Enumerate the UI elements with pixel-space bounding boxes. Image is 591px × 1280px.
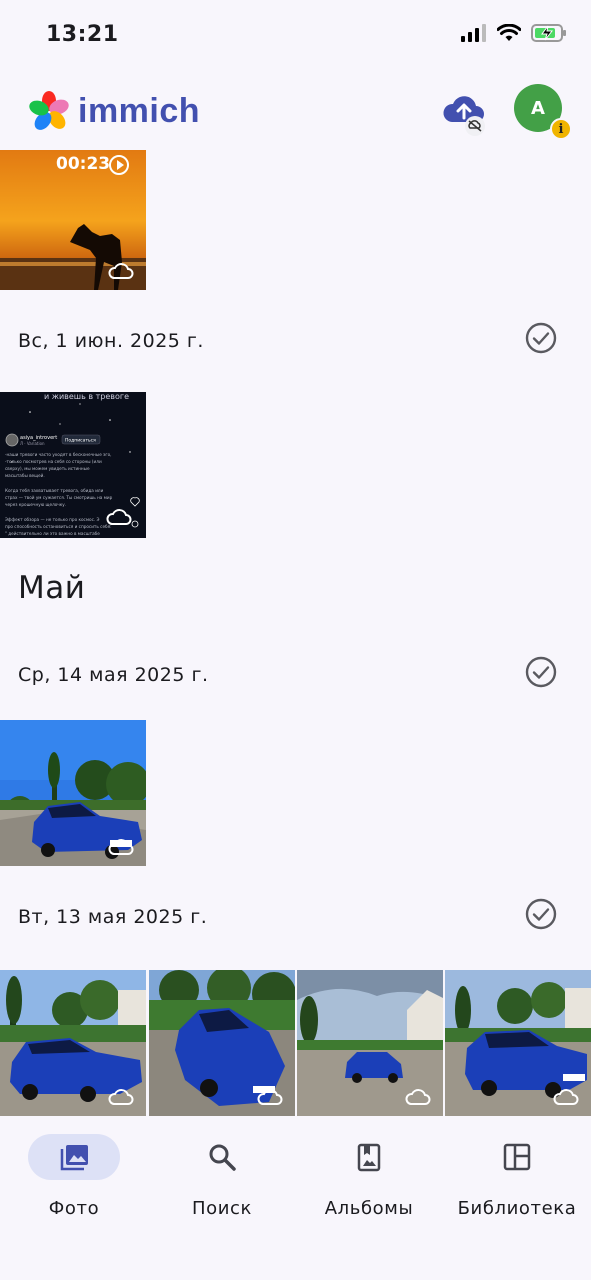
avatar-letter: A <box>531 97 545 119</box>
photo-thumbnail[interactable] <box>445 970 591 1116</box>
app-name: immich <box>78 91 201 130</box>
date-group-header: Вт, 13 мая 2025 г. <box>18 898 573 938</box>
screenshot-p9: про способность остановиться и спросить … <box>5 524 112 529</box>
app-bar: immich A i <box>0 70 591 148</box>
screenshot-p10: " действительно ли это важно в масштабе <box>5 531 100 536</box>
photos-icon <box>60 1145 88 1171</box>
status-time: 13:21 <box>46 22 119 47</box>
bottom-navigation: Фото Поиск Альбомы Библиотека <box>0 1116 591 1280</box>
info-badge-icon: i <box>550 118 572 140</box>
date-group-header: Ср, 14 мая 2025 г. <box>18 656 573 696</box>
backup-button[interactable] <box>440 90 488 138</box>
photo-thumbnail[interactable] <box>0 970 146 1116</box>
immich-logo: immich <box>28 90 200 132</box>
cloud-icon <box>108 263 134 279</box>
cloud-icon <box>257 1089 283 1105</box>
nav-item-search[interactable]: Поиск <box>148 1134 296 1219</box>
nav-item-photos[interactable]: Фото <box>0 1134 148 1219</box>
photo-thumbnail[interactable] <box>0 720 146 866</box>
user-avatar[interactable]: A i <box>514 84 572 140</box>
nav-item-albums[interactable]: Альбомы <box>295 1134 443 1219</box>
nav-label: Альбомы <box>324 1198 414 1219</box>
screenshot-p1: -наши тревоги часто уходят в бесконечные… <box>5 452 112 457</box>
cloud-icon <box>108 1089 134 1105</box>
photo-thumbnail[interactable] <box>297 970 443 1116</box>
signal-icon <box>461 24 486 42</box>
library-icon <box>503 1143 531 1171</box>
screenshot-p3: сверху), мы можем увидеть истинные <box>5 466 90 471</box>
cloud-icon <box>108 839 134 855</box>
photo-thumbnail[interactable] <box>149 970 295 1116</box>
screenshot-p2: -только посмотрев на себя со стороны (ил… <box>5 459 102 464</box>
select-all-check-icon[interactable] <box>525 322 557 354</box>
video-thumbnail[interactable]: 00:23 <box>0 148 146 290</box>
nav-label: Библиотека <box>457 1198 577 1219</box>
nav-active-indicator <box>28 1134 120 1180</box>
screenshot-p7: через крошечную щелочку. <box>5 502 66 507</box>
battery-charging-icon <box>531 24 566 42</box>
status-icons <box>461 24 567 42</box>
cloud-icon <box>106 509 132 525</box>
select-all-check-icon[interactable] <box>525 656 557 688</box>
nav-item-library[interactable]: Библиотека <box>443 1134 591 1219</box>
video-duration: 00:23 <box>56 154 111 174</box>
select-all-check-icon[interactable] <box>525 898 557 930</box>
search-icon <box>209 1144 236 1171</box>
nav-label: Фото <box>48 1198 100 1219</box>
cloud-icon <box>405 1089 431 1105</box>
immich-logo-icon <box>29 91 69 130</box>
wifi-icon <box>497 24 521 41</box>
month-header: Май <box>18 570 86 606</box>
screenshot-p5: Когда тебя захватывает тревога, обида ил… <box>5 488 104 493</box>
status-bar: 13:21 <box>0 0 591 70</box>
play-circle-icon <box>109 155 129 175</box>
screenshot-follow: Подписаться <box>65 438 96 444</box>
date-group-header: Вс, 1 июн. 2025 г. <box>18 322 573 362</box>
date-label: Ср, 14 мая 2025 г. <box>18 664 209 686</box>
screenshot-subline: Л · Variation <box>20 441 45 446</box>
screenshot-p4: масштабы вещей. <box>5 473 45 478</box>
cloud-icon <box>553 1089 579 1105</box>
date-label: Вт, 13 мая 2025 г. <box>18 906 208 928</box>
cloud-upload-icon <box>443 96 485 136</box>
screenshot-p6: страх — твой ум сужается. Ты смотришь на… <box>5 495 113 500</box>
nav-label: Поиск <box>191 1198 252 1219</box>
photo-thumbnail[interactable]: и живешь в тревоге asiya_introvert Л · V… <box>0 392 146 538</box>
screenshot-headline: и живешь в тревоге <box>44 392 129 401</box>
album-icon <box>357 1143 381 1172</box>
date-label: Вс, 1 июн. 2025 г. <box>18 330 204 352</box>
screenshot-p8: Эффект обзора — не только про космос. Э <box>5 517 100 522</box>
